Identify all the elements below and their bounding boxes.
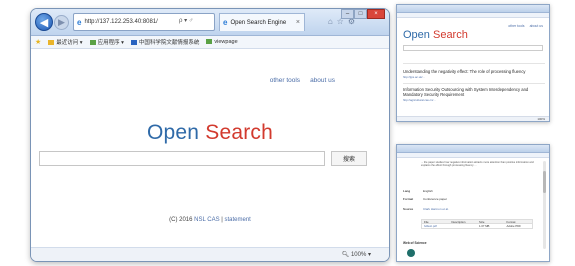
ie-icon: e [223,18,228,27]
result-meta: http://agricultural.cas.cn/... [403,98,436,102]
abstract-text: ... the paper studies how negative infor… [421,161,534,168]
forward-button[interactable]: ▶ [54,15,69,30]
files-table: File Description Size Format fulltext.pd… [421,219,533,229]
detail-row-lang: Lang English [403,189,433,193]
favorites-bar: ★ 最近访问 ▾ 应用程序 ▾ 中国科学院文献情报系统 viewpage [31,36,389,49]
fav-item-viewpage[interactable]: viewpage [206,39,238,45]
results-browser-window: other tools about us Open Search Underst… [396,4,550,122]
maximize-button[interactable]: □ [354,9,367,19]
about-us-link[interactable]: about us [310,77,335,84]
search-input[interactable] [39,151,325,166]
zoom-control[interactable]: 🔍︎ 100% ▾ [342,251,371,258]
address-text: http://137.122.253.40:8081/ [84,19,158,25]
results-favorites-bar [397,13,549,18]
favorites-star-icon[interactable]: ★ [35,38,41,46]
detail-titlebar [397,145,549,153]
result-title[interactable]: Information Security Outsourcing with Sy… [403,87,545,97]
fav-item-recent[interactable]: 最近访问 ▾ [48,38,83,46]
minimize-button[interactable]: – [341,9,354,19]
statement-link[interactable]: statement [225,217,251,223]
results-titlebar [397,5,549,13]
cas-icon [130,40,137,46]
ie-icon: e [77,17,82,27]
folder-icon [48,40,55,46]
close-button[interactable]: × [367,9,385,19]
search-button[interactable]: 搜索 [331,151,367,166]
detail-browser-window: ... the paper studies how negative infor… [396,144,550,262]
status-bar: 🔍︎ 100% ▾ [31,247,389,261]
about-us-link[interactable]: about us [530,24,543,28]
zoom-control[interactable]: 100% [537,117,545,121]
logo-open: Open [147,121,200,144]
scrollbar-thumb[interactable] [543,171,546,193]
results-logo: Open Search [403,29,468,41]
divider [403,83,545,84]
search-row: 搜索 [39,151,367,167]
tab-close-icon[interactable]: × [296,19,300,26]
open-search-logo: Open Search [31,121,389,145]
scrollbar[interactable] [543,161,546,249]
results-top-links: other tools about us [508,24,543,28]
result-title[interactable]: Understanding the negativity effect: The… [403,69,545,74]
tab-open-search[interactable]: e Open Search Engine × [219,13,305,31]
address-controls[interactable]: ρ ▾ ♂ [179,17,193,24]
divider [403,63,545,64]
page-icon [206,39,213,45]
top-links: other tools about us [270,77,335,84]
home-icon[interactable]: ⌂ [328,17,337,26]
main-browser-window: ◀ ▶ e http://137.122.253.40:8081/ ρ ▾ ♂ … [30,8,390,262]
metrics-badge-icon [407,249,415,257]
nsl-cas-link[interactable]: NSL CAS [194,217,219,223]
window-controls: – □ × [341,9,385,19]
zoom-icon: 🔍︎ [341,252,350,258]
back-button[interactable]: ◀ [35,13,53,31]
other-tools-link[interactable]: other tools [508,24,524,28]
footer: (C) 2016 NSL CAS | statement [31,217,389,223]
detail-row-source: Source Clark Harmon et al. [403,207,449,211]
page-content: other tools about us Open Search 搜索 (C) … [31,49,389,249]
tab-title: Open Search Engine [230,19,287,26]
browser-titlebar: ◀ ▶ e http://137.122.253.40:8081/ ρ ▾ ♂ … [31,9,389,36]
metrics-title: Web of Science [403,241,427,245]
result-item[interactable]: Understanding the negativity effect: The… [403,69,545,79]
arrow-left-icon: ◀ [39,16,49,29]
result-item[interactable]: Information Security Outsourcing with Sy… [403,87,545,102]
logo-search: Search [205,121,273,144]
address-bar[interactable]: e http://137.122.253.40:8081/ [73,13,215,31]
table-row: fulltext.pdf 1.07 MB Adobe PDF [421,224,533,229]
detail-favorites-bar [397,153,549,158]
copyright-text: (C) 2016 [169,217,193,223]
other-tools-link[interactable]: other tools [270,77,300,84]
detail-row-format: Format Conference paper [403,197,448,201]
results-status-bar: 100% [397,116,549,121]
page-icon [89,40,96,46]
results-search-input[interactable] [403,45,543,51]
arrow-right-icon: ▶ [58,17,65,27]
result-meta: http://jips.ac.uk/... [403,75,425,79]
fav-item-cas[interactable]: 中国科学院文献情报系统 [130,38,199,46]
fav-item-apps[interactable]: 应用程序 ▾ [89,38,124,46]
